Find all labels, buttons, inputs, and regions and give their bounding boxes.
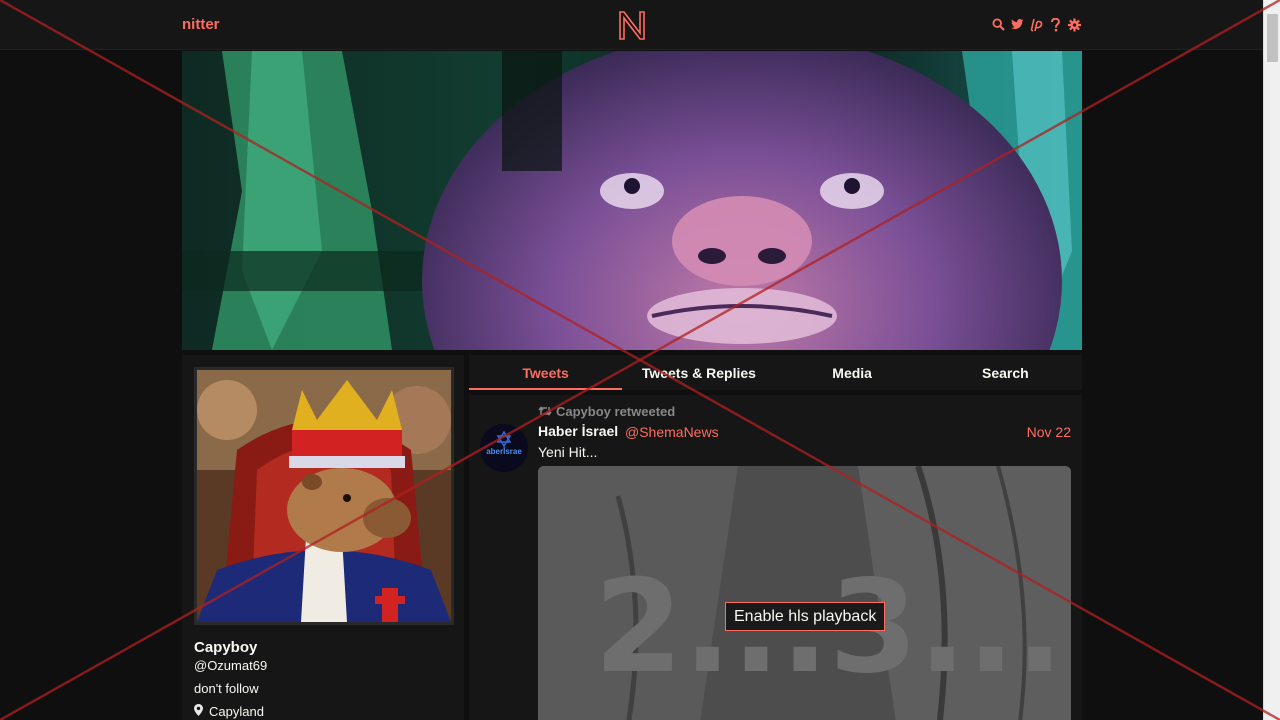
timeline: Capyboy retweeted aberİsrae Haber İsrael… [469, 395, 1082, 720]
tweet-handle[interactable]: @ShemaNews [625, 424, 719, 440]
navbar: nitter [0, 0, 1263, 50]
tab-tweets-replies[interactable]: Tweets & Replies [622, 355, 775, 390]
nitter-home-link[interactable]: nitter [182, 16, 220, 33]
tweet-text: Yeni Hit... [538, 444, 598, 460]
profile-card: Capyboy @Ozumat69 don't follow Capyland [182, 355, 464, 720]
tab-media[interactable]: Media [776, 355, 929, 390]
video-thumbnail: 2...3... [538, 466, 1071, 720]
tab-tweets[interactable]: Tweets [469, 355, 623, 390]
profile-name[interactable]: Capyboy [194, 639, 257, 656]
retweet-header: Capyboy retweeted [538, 404, 675, 419]
scrollbar-thumb[interactable] [1267, 14, 1278, 62]
enable-hls-button[interactable]: Enable hls playback [725, 602, 886, 631]
tweet-author[interactable]: Haber İsrael [538, 423, 618, 439]
banner-image [182, 51, 1082, 350]
avatar-text: aberİsrae [486, 447, 522, 456]
retweet-icon [538, 404, 552, 419]
profile-handle[interactable]: @Ozumat69 [194, 658, 267, 673]
nitter-logo-icon[interactable] [617, 9, 647, 41]
help-icon[interactable] [1049, 17, 1062, 32]
nav-icons [992, 17, 1081, 32]
tab-search[interactable]: Search [929, 355, 1082, 390]
page-scrollbar[interactable] [1263, 0, 1280, 720]
location-pin-icon [194, 704, 203, 719]
search-icon[interactable] [992, 17, 1005, 32]
profile-banner[interactable] [182, 51, 1082, 350]
haber-israel-avatar-image: aberİsrae [480, 424, 528, 472]
tweet-date[interactable]: Nov 22 [1027, 424, 1071, 440]
liberapay-icon[interactable] [1030, 17, 1043, 32]
profile-avatar[interactable] [194, 367, 454, 625]
timeline-tabs: Tweets Tweets & Replies Media Search [469, 355, 1082, 390]
tweet-avatar[interactable]: aberİsrae [480, 424, 528, 472]
nitter-profile-page: nitter Capyboy @Ozumat69 don't follow Ca… [0, 0, 1280, 720]
gear-icon[interactable] [1068, 17, 1081, 32]
tweet-video[interactable]: 2...3... Enable hls playback [538, 466, 1071, 720]
retweet-label[interactable]: Capyboy retweeted [556, 404, 675, 419]
profile-location-text: Capyland [209, 704, 264, 719]
twitter-icon[interactable] [1011, 17, 1024, 32]
capybara-avatar-image [197, 370, 451, 622]
profile-bio: don't follow [194, 681, 259, 696]
profile-location: Capyland [194, 704, 264, 719]
